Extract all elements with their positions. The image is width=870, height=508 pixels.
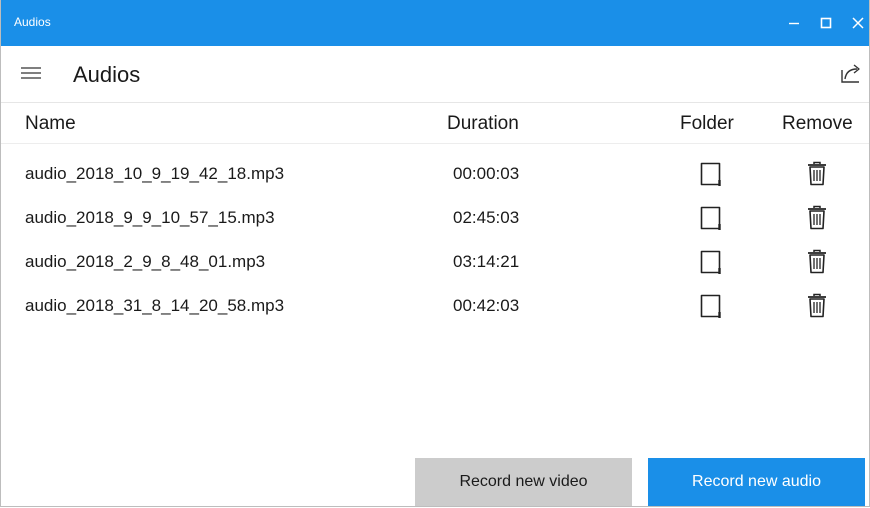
close-icon <box>852 17 864 29</box>
window-title: Audios <box>14 15 51 29</box>
column-header-duration: Duration <box>447 113 519 134</box>
remove-button[interactable] <box>807 293 827 319</box>
file-duration: 03:14:21 <box>453 252 520 271</box>
folder-icon <box>700 250 721 274</box>
hamburger-icon <box>21 67 41 79</box>
maximize-icon <box>820 17 832 29</box>
app-bar: Audios <box>1 46 869 103</box>
trash-icon <box>808 249 826 274</box>
file-name: audio_2018_2_9_8_48_01.mp3 <box>25 252 266 271</box>
column-header-folder: Folder <box>680 113 734 134</box>
file-duration: 00:00:03 <box>453 164 520 183</box>
open-folder-button[interactable] <box>700 249 722 275</box>
maximize-button[interactable] <box>811 0 841 46</box>
file-name: audio_2018_10_9_19_42_18.mp3 <box>25 164 285 183</box>
share-button[interactable] <box>839 60 863 86</box>
table-row[interactable]: audio_2018_31_8_14_20_58.mp3 00:42:03 <box>1 284 869 328</box>
app-window: Audios Audios Name Duration Folder Remov… <box>0 0 870 507</box>
open-folder-button[interactable] <box>700 161 722 187</box>
minimize-button[interactable] <box>779 0 809 46</box>
remove-button[interactable] <box>807 161 827 187</box>
open-folder-button[interactable] <box>700 293 722 319</box>
column-header-name: Name <box>25 113 76 134</box>
file-name: audio_2018_9_9_10_57_15.mp3 <box>25 208 275 227</box>
close-button[interactable] <box>843 0 870 46</box>
open-folder-button[interactable] <box>700 205 722 231</box>
table-row[interactable]: audio_2018_2_9_8_48_01.mp3 03:14:21 <box>1 240 869 284</box>
file-duration: 02:45:03 <box>453 208 520 227</box>
page-title: Audios <box>73 62 141 87</box>
trash-icon <box>808 161 826 186</box>
table-header: Name Duration Folder Remove <box>1 103 869 144</box>
column-header-remove: Remove <box>782 113 853 134</box>
record-new-audio-button[interactable]: Record new audio <box>648 458 865 506</box>
menu-button[interactable] <box>21 65 43 83</box>
minimize-icon <box>789 22 799 25</box>
file-duration: 00:42:03 <box>453 296 520 315</box>
title-bar: Audios <box>1 0 869 46</box>
record-new-video-button[interactable]: Record new video <box>415 458 632 506</box>
file-name: audio_2018_31_8_14_20_58.mp3 <box>25 296 285 315</box>
trash-icon <box>808 293 826 318</box>
share-icon <box>841 64 860 83</box>
table-row[interactable]: audio_2018_9_9_10_57_15.mp3 02:45:03 <box>1 196 869 240</box>
folder-icon <box>700 162 721 186</box>
table-row[interactable]: audio_2018_10_9_19_42_18.mp3 00:00:03 <box>1 152 869 196</box>
remove-button[interactable] <box>807 205 827 231</box>
remove-button[interactable] <box>807 249 827 275</box>
trash-icon <box>808 205 826 230</box>
folder-icon <box>700 206 721 230</box>
audio-list: audio_2018_10_9_19_42_18.mp3 00:00:03 au… <box>1 152 869 328</box>
folder-icon <box>700 294 721 318</box>
